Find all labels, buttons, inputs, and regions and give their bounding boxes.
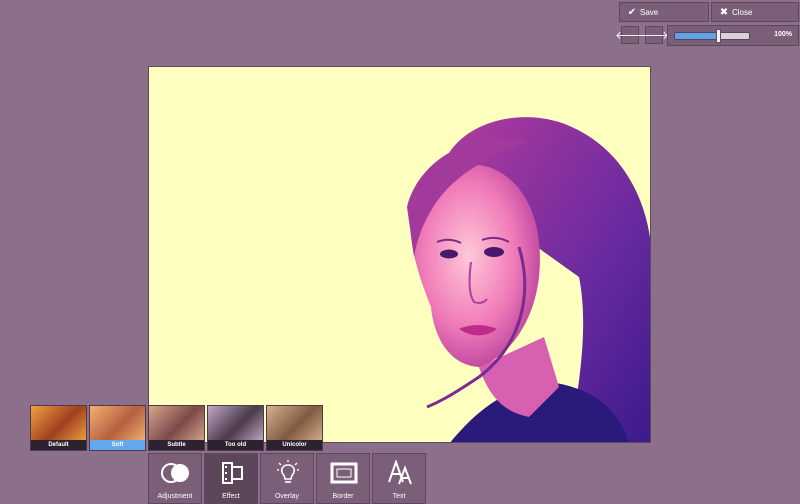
lightbulb-icon <box>277 460 299 483</box>
zoom-control: 100% <box>667 25 799 46</box>
tool-label: Border <box>332 493 354 500</box>
tool-overlay[interactable]: Overlay <box>260 453 314 504</box>
zoom-slider-handle[interactable] <box>716 29 722 43</box>
effect-preview-image <box>90 406 145 442</box>
tool-label: Overlay <box>274 493 300 500</box>
effect-label: Too old <box>208 440 263 450</box>
tool-border[interactable]: Border <box>316 453 370 504</box>
effect-thumb-soft[interactable]: Soft <box>89 405 146 451</box>
effect-thumb-unicolor[interactable]: Unicolor <box>266 405 323 451</box>
tool-label: Adjustment <box>157 493 193 500</box>
redo-button[interactable]: 🡒 <box>639 26 669 44</box>
close-icon: ✖ <box>719 6 729 18</box>
adjustment-icon <box>161 463 189 483</box>
zoom-slider-fill <box>675 33 718 39</box>
checkmark-icon: ✔ <box>627 6 637 18</box>
text-icon <box>388 460 412 485</box>
frame-icon <box>330 462 358 484</box>
save-button[interactable]: ✔ Save <box>619 2 709 22</box>
photo-canvas[interactable] <box>148 66 651 443</box>
effect-label: Soft <box>90 440 145 450</box>
effect-thumb-subtle[interactable]: Subtle <box>148 405 205 451</box>
arrow-right-icon: 🡒 <box>639 30 669 42</box>
photo-image <box>407 117 650 442</box>
film-icon <box>222 462 243 484</box>
effect-preview-image <box>208 406 263 442</box>
effect-preview-image <box>31 406 86 442</box>
undo-button[interactable]: 🡐 <box>615 26 645 44</box>
tool-label: Text <box>392 493 406 500</box>
effect-thumb-too-old[interactable]: Too old <box>207 405 264 451</box>
tool-adjustment[interactable]: Adjustment <box>148 453 202 504</box>
tool-label: Effect <box>222 493 240 500</box>
effect-label: Unicolor <box>267 440 322 450</box>
effect-preview-image <box>267 406 322 442</box>
zoom-slider-track[interactable] <box>674 32 750 40</box>
zoom-value: 100% <box>774 31 792 38</box>
close-button[interactable]: ✖ Close <box>711 2 799 22</box>
effect-thumb-default[interactable]: Default <box>30 405 87 451</box>
effect-preview-image <box>149 406 204 442</box>
close-label: Close <box>732 7 753 17</box>
effect-label: Default <box>31 440 86 450</box>
effect-label: Subtle <box>149 440 204 450</box>
save-label: Save <box>640 7 659 17</box>
tool-text[interactable]: Text <box>372 453 426 504</box>
tool-effect[interactable]: Effect <box>204 453 258 504</box>
